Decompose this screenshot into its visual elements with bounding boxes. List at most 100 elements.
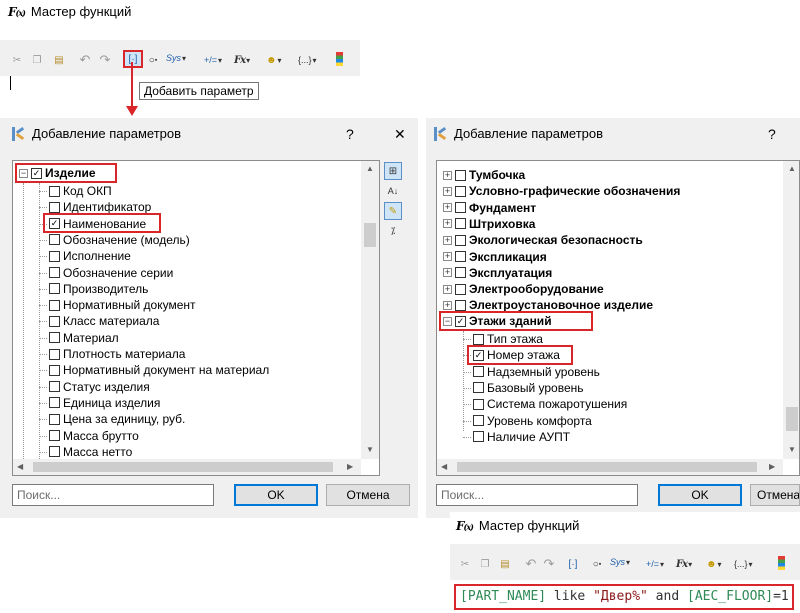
- scroll-right-icon[interactable]: ▶: [769, 462, 775, 471]
- right-help-button[interactable]: ?: [768, 126, 776, 142]
- tree-group[interactable]: + Условно-графические обозначения: [443, 183, 680, 199]
- item-checkbox[interactable]: [49, 332, 60, 344]
- redo-icon[interactable]: ↷: [542, 556, 556, 572]
- tree-item[interactable]: Нормативный документ: [39, 297, 196, 313]
- scroll-left-icon[interactable]: ◀: [17, 462, 23, 471]
- item-checkbox[interactable]: [49, 234, 60, 246]
- tree-item[interactable]: Статус изделия: [39, 379, 150, 395]
- group-checkbox[interactable]: [455, 234, 466, 246]
- tree-item[interactable]: Материал: [39, 330, 119, 346]
- expand-icon[interactable]: +: [443, 219, 452, 229]
- help-objects-button[interactable]: ☻ ▾: [266, 52, 282, 68]
- paste-icon[interactable]: ▤: [52, 52, 66, 68]
- tree-item[interactable]: Базовый уровень: [463, 380, 584, 396]
- item-checkbox[interactable]: [473, 415, 484, 426]
- braces-button[interactable]: {...} ▾: [734, 556, 753, 572]
- item-checkbox[interactable]: [473, 382, 484, 394]
- tree-item[interactable]: Единица изделия: [39, 395, 160, 411]
- scroll-down-icon[interactable]: ▼: [788, 445, 796, 454]
- expand-icon[interactable]: +: [443, 300, 452, 310]
- item-checkbox[interactable]: [49, 381, 60, 393]
- group-checkbox[interactable]: [455, 218, 466, 230]
- right-ok-button[interactable]: OK: [658, 484, 742, 506]
- item-checkbox[interactable]: [49, 446, 60, 458]
- assign-button[interactable]: +/= ▾: [646, 556, 664, 572]
- tree-item[interactable]: Масса нетто: [39, 444, 132, 460]
- tree-open-group[interactable]: − ✓ Этажи зданий: [443, 313, 552, 329]
- expand-icon[interactable]: +: [443, 170, 452, 180]
- tree-item[interactable]: Надземный уровень: [463, 364, 600, 380]
- scroll-up-icon[interactable]: ▲: [366, 164, 374, 173]
- tree-item[interactable]: Обозначение серии: [39, 265, 173, 281]
- tree-item[interactable]: Нормативный документ на материал: [39, 362, 269, 378]
- root-checkbox[interactable]: ✓: [31, 167, 42, 179]
- item-checkbox[interactable]: [49, 348, 60, 360]
- group-checkbox[interactable]: [455, 185, 466, 197]
- right-search-input[interactable]: Поиск...: [436, 484, 638, 506]
- tree-item[interactable]: Уровень комфорта: [463, 413, 592, 429]
- scroll-down-icon[interactable]: ▼: [366, 445, 374, 454]
- collapse-icon[interactable]: −: [19, 168, 28, 178]
- tree-item[interactable]: Код ОКП: [39, 183, 112, 199]
- paste-icon[interactable]: ▤: [498, 556, 512, 572]
- expand-icon[interactable]: +: [443, 268, 452, 278]
- tree-item[interactable]: Цена за единицу, руб.: [39, 411, 185, 427]
- scroll-left-icon[interactable]: ◀: [441, 462, 447, 471]
- tree-group[interactable]: + Эксплуатация: [443, 265, 552, 281]
- color-palette-icon[interactable]: [336, 52, 343, 66]
- tree-item[interactable]: Класс материала: [39, 313, 159, 329]
- tree-group[interactable]: + Экспликация: [443, 249, 547, 265]
- tree-item[interactable]: Система пожаротушения: [463, 396, 627, 412]
- tree-item[interactable]: Масса брутто: [39, 428, 139, 444]
- left-search-input[interactable]: Поиск...: [12, 484, 214, 506]
- tree-item[interactable]: Наличие АУПТ: [463, 429, 570, 445]
- item-checkbox[interactable]: [49, 250, 60, 262]
- cut-icon[interactable]: ✂: [458, 556, 472, 572]
- help-objects-button[interactable]: ☻ ▾: [706, 556, 722, 572]
- filter-icon[interactable]: ✎: [384, 202, 402, 220]
- fx-button[interactable]: Fx ▾: [234, 52, 250, 68]
- item-checkbox[interactable]: [49, 201, 60, 213]
- expand-icon[interactable]: +: [443, 235, 452, 245]
- tree-item[interactable]: Обозначение (модель): [39, 232, 190, 248]
- left-cancel-button[interactable]: Отмена: [326, 484, 410, 506]
- sys-button[interactable]: Sys ▾: [610, 554, 630, 570]
- item-checkbox[interactable]: [49, 315, 60, 327]
- group-checkbox[interactable]: [455, 283, 466, 295]
- left-help-button[interactable]: ?: [346, 126, 354, 142]
- item-checkbox[interactable]: [473, 398, 484, 410]
- item-checkbox[interactable]: [473, 333, 484, 345]
- right-vertical-scrollbar[interactable]: ▲ ▼: [783, 161, 799, 459]
- group-checkbox[interactable]: [455, 169, 466, 181]
- tree-group[interactable]: + Тумбочка: [443, 167, 525, 183]
- scroll-thumb[interactable]: [786, 407, 798, 431]
- group-checkbox[interactable]: ✓: [455, 315, 466, 327]
- tree-group[interactable]: + Экологическая безопасность: [443, 232, 643, 248]
- collapse-icon[interactable]: −: [443, 316, 452, 326]
- scroll-right-icon[interactable]: ▶: [347, 462, 353, 471]
- item-checkbox[interactable]: [49, 397, 60, 409]
- assign-button[interactable]: +/= ▾: [204, 52, 222, 68]
- options-icon[interactable]: ⁒: [384, 222, 402, 240]
- tree-group[interactable]: + Штриховка: [443, 216, 535, 232]
- scroll-up-icon[interactable]: ▲: [788, 164, 796, 173]
- right-parameter-tree[interactable]: + Тумбочка + Условно-графические обозначени…: [436, 160, 800, 476]
- group-checkbox[interactable]: [455, 299, 466, 311]
- group-checkbox[interactable]: [455, 251, 466, 262]
- group-checkbox[interactable]: [455, 267, 466, 279]
- item-checkbox[interactable]: [49, 185, 60, 197]
- left-parameter-tree[interactable]: − ✓ Изделие Код ОКП Идентификатор ✓ Наимено…: [12, 160, 380, 476]
- expand-icon[interactable]: +: [443, 203, 452, 213]
- tree-root-item[interactable]: − ✓ Изделие: [19, 165, 96, 181]
- tree-item[interactable]: Исполнение: [39, 248, 131, 264]
- expand-icon[interactable]: +: [443, 284, 452, 294]
- node-icon[interactable]: ○ ▪: [146, 52, 160, 68]
- add-parameter-button[interactable]: [·]: [566, 556, 580, 572]
- undo-icon[interactable]: ↶: [524, 556, 538, 572]
- close-icon[interactable]: ✕: [394, 126, 406, 143]
- tree-group[interactable]: + Фундамент: [443, 200, 536, 216]
- tree-group[interactable]: + Электрооборудование: [443, 281, 604, 297]
- expand-icon[interactable]: +: [443, 252, 452, 261]
- color-palette-icon[interactable]: [778, 556, 785, 570]
- sort-az-icon[interactable]: A↓: [384, 182, 402, 200]
